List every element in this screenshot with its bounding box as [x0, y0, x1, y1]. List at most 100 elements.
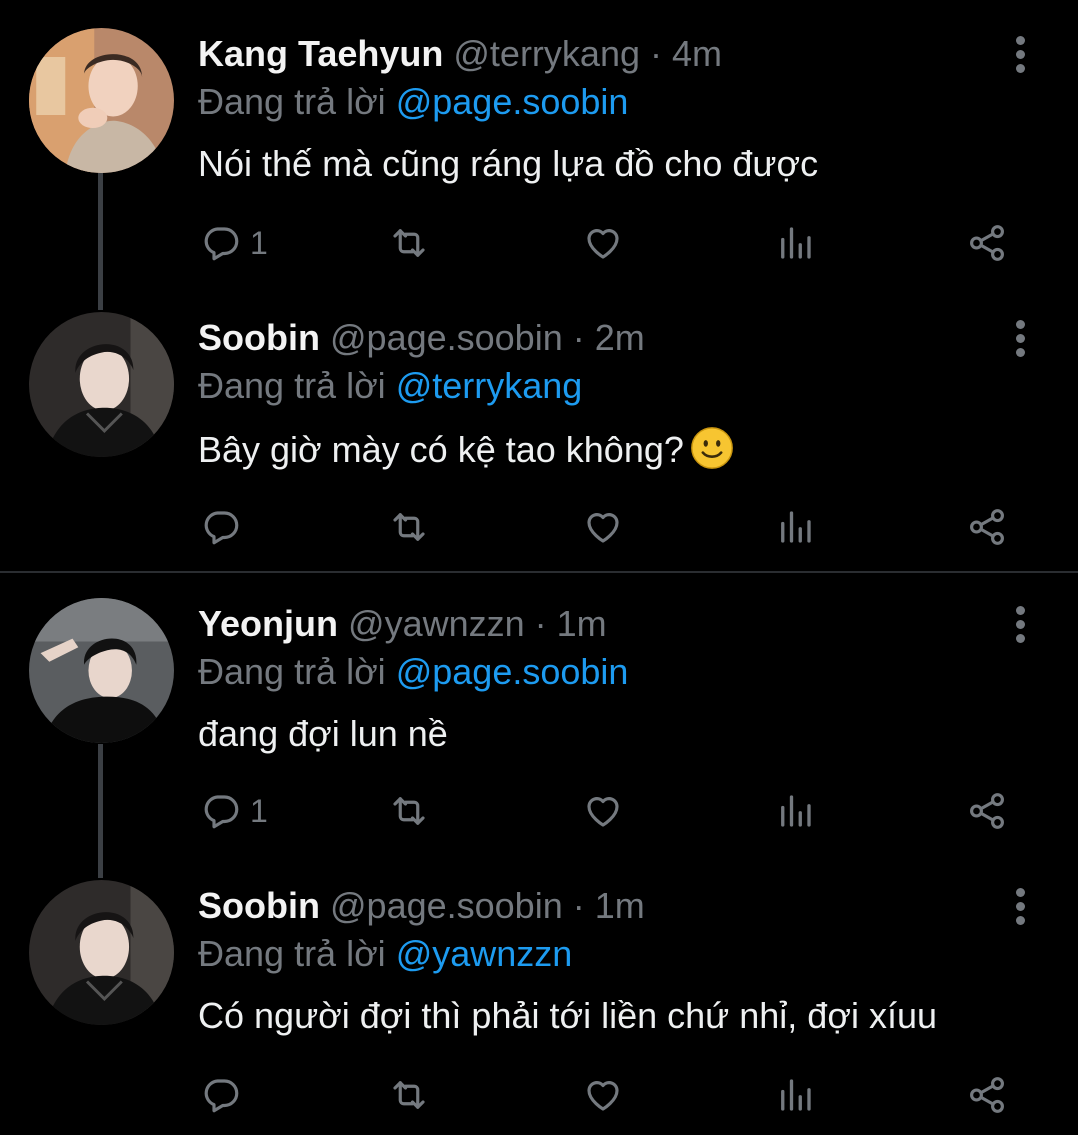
like-button[interactable] [582, 786, 624, 836]
avatar[interactable] [29, 880, 174, 1025]
avatar-photo-icon [29, 28, 174, 173]
action-bar: 1 [0, 218, 1078, 268]
avatar-photo-icon [29, 312, 174, 457]
avatar[interactable] [29, 28, 174, 173]
avatar-photo-icon [29, 880, 174, 1025]
reply-button[interactable] [200, 1070, 242, 1120]
tweet-header: Soobin @page.soobin · 2m [198, 318, 645, 358]
retweet-button[interactable] [388, 1070, 430, 1120]
share-button[interactable] [966, 502, 1008, 552]
tweet-header: Yeonjun @yawnzzn · 1m [198, 604, 607, 644]
reply-mention-link[interactable]: @page.soobin [396, 651, 629, 692]
reply-prefix: Đang trả lời [198, 81, 386, 122]
display-name[interactable]: Yeonjun [198, 603, 338, 644]
reply-prefix: Đang trả lời [198, 365, 386, 406]
retweet-icon [388, 790, 430, 832]
share-button[interactable] [966, 1070, 1008, 1120]
tweet-header: Kang Taehyun @terrykang · 4m [198, 34, 722, 74]
more-icon[interactable] [1010, 606, 1032, 646]
views-icon [774, 790, 816, 832]
display-name[interactable]: Soobin [198, 885, 320, 926]
tweet-text: đang đợi lun nề [198, 713, 448, 754]
separator: · [562, 885, 595, 926]
reply-icon [200, 790, 242, 832]
reply-count: 1 [250, 792, 268, 829]
action-bar [0, 502, 1078, 552]
share-button[interactable] [966, 218, 1008, 268]
tweet-header: Soobin @page.soobin · 1m [198, 886, 645, 926]
tweet[interactable]: Soobin @page.soobin · 1m Đang trả lời @y… [0, 864, 1078, 1135]
reply-icon [200, 506, 242, 548]
reply-prefix: Đang trả lời [198, 933, 386, 974]
handle[interactable]: @yawnzzn [348, 603, 525, 644]
retweet-icon [388, 1074, 430, 1116]
tweet-text: Có người đợi thì phải tới liền chứ nhỉ, … [198, 995, 937, 1036]
reply-context: Đang trả lời @page.soobin [198, 82, 628, 122]
like-button[interactable] [582, 218, 624, 268]
separator: · [524, 603, 557, 644]
reply-context: Đang trả lời @page.soobin [198, 652, 628, 692]
handle[interactable]: @terrykang [453, 33, 640, 74]
share-icon [966, 506, 1008, 548]
views-icon [774, 222, 816, 264]
tweet-text: Nói thế mà cũng ráng lựa đồ cho được [198, 143, 819, 184]
reply-mention-link[interactable]: @terrykang [396, 365, 583, 406]
timestamp[interactable]: 1m [557, 603, 607, 644]
share-button[interactable] [966, 786, 1008, 836]
display-name[interactable]: Soobin [198, 317, 320, 358]
tweet[interactable]: Kang Taehyun @terrykang · 4m Đang trả lờ… [0, 0, 1078, 290]
views-button[interactable] [774, 786, 816, 836]
like-icon [582, 222, 624, 264]
avatar[interactable] [29, 312, 174, 457]
more-icon[interactable] [1010, 320, 1032, 360]
retweet-button[interactable] [388, 502, 430, 552]
share-icon [966, 790, 1008, 832]
reply-button[interactable]: 1 [200, 786, 268, 836]
display-name[interactable]: Kang Taehyun [198, 33, 443, 74]
views-button[interactable] [774, 502, 816, 552]
more-icon[interactable] [1010, 36, 1032, 76]
reply-button[interactable]: 1 [200, 218, 268, 268]
tweet[interactable]: Soobin @page.soobin · 2m Đang trả lời @t… [0, 290, 1078, 570]
reply-prefix: Đang trả lời [198, 651, 386, 692]
reply-mention-link[interactable]: @page.soobin [396, 81, 629, 122]
reply-icon [200, 222, 242, 264]
reply-count: 1 [250, 224, 268, 261]
share-icon [966, 1074, 1008, 1116]
share-icon [966, 222, 1008, 264]
views-button[interactable] [774, 218, 816, 268]
handle[interactable]: @page.soobin [330, 885, 563, 926]
timestamp[interactable]: 2m [595, 317, 645, 358]
timestamp[interactable]: 4m [672, 33, 722, 74]
like-button[interactable] [582, 1070, 624, 1120]
handle[interactable]: @page.soobin [330, 317, 563, 358]
retweet-icon [388, 222, 430, 264]
tweet-text-container: Bây giờ mày có kệ tao không? [198, 426, 734, 472]
tweet[interactable]: Yeonjun @yawnzzn · 1m Đang trả lời @page… [0, 574, 1078, 864]
views-icon [774, 1074, 816, 1116]
retweet-button[interactable] [388, 786, 430, 836]
avatar[interactable] [29, 598, 174, 743]
reply-context: Đang trả lời @yawnzzn [198, 934, 572, 974]
action-bar: 1 [0, 786, 1078, 836]
separator: · [562, 317, 595, 358]
action-bar [0, 1070, 1078, 1120]
retweet-button[interactable] [388, 218, 430, 268]
retweet-icon [388, 506, 430, 548]
more-icon[interactable] [1010, 888, 1032, 928]
thread-divider [0, 571, 1078, 573]
reply-icon [200, 1074, 242, 1116]
like-icon [582, 506, 624, 548]
tweet-text: Bây giờ mày có kệ tao không? [198, 429, 684, 470]
reply-button[interactable] [200, 502, 242, 552]
reply-mention-link[interactable]: @yawnzzn [396, 933, 573, 974]
views-button[interactable] [774, 1070, 816, 1120]
like-icon [582, 1074, 624, 1116]
timestamp[interactable]: 1m [595, 885, 645, 926]
avatar-photo-icon [29, 598, 174, 743]
views-icon [774, 506, 816, 548]
like-button[interactable] [582, 502, 624, 552]
like-icon [582, 790, 624, 832]
reply-context: Đang trả lời @terrykang [198, 366, 582, 406]
separator: · [639, 33, 672, 74]
